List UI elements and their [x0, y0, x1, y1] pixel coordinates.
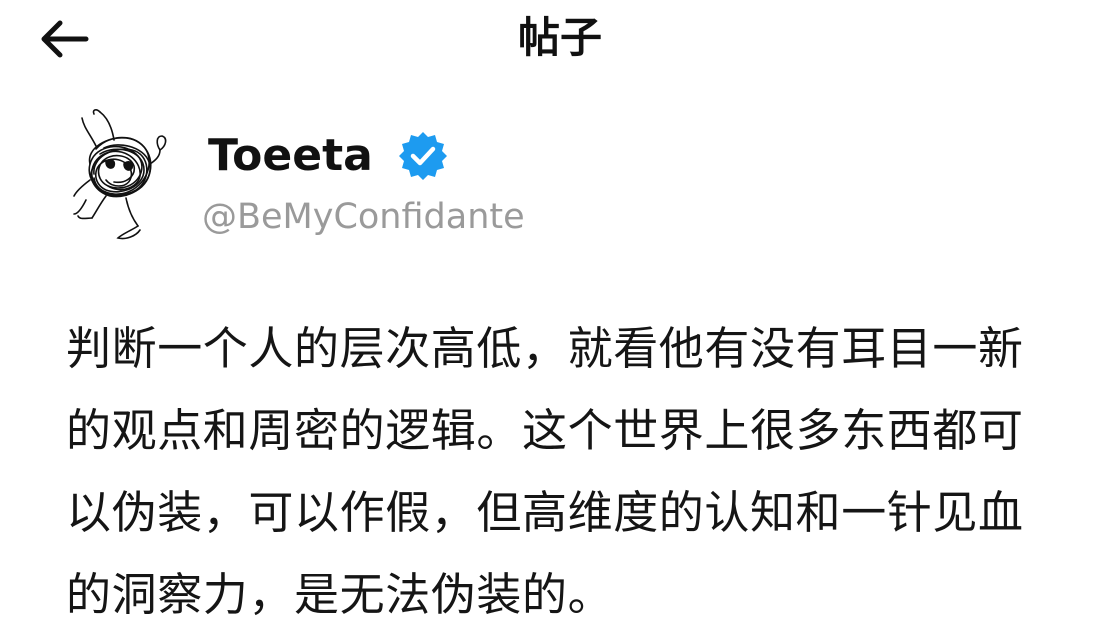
- avatar[interactable]: [56, 104, 186, 244]
- author-header: Toeeta @BeMyConfidante: [56, 100, 756, 250]
- page-title: 帖子: [517, 13, 602, 62]
- user-handle[interactable]: @BeMyConfidante: [202, 194, 525, 240]
- scribble-avatar-icon: [73, 109, 167, 240]
- verified-badge-icon: [398, 132, 447, 180]
- top-bar: 帖子: [0, 0, 1120, 80]
- post-text: 判断一个人的层次高低，就看他有没有耳目一新 的观点和周密的逻辑。这个世界上很多东…: [66, 322, 1024, 621]
- display-name[interactable]: Toeeta: [208, 128, 373, 184]
- display-name-row: Toeeta: [208, 128, 449, 184]
